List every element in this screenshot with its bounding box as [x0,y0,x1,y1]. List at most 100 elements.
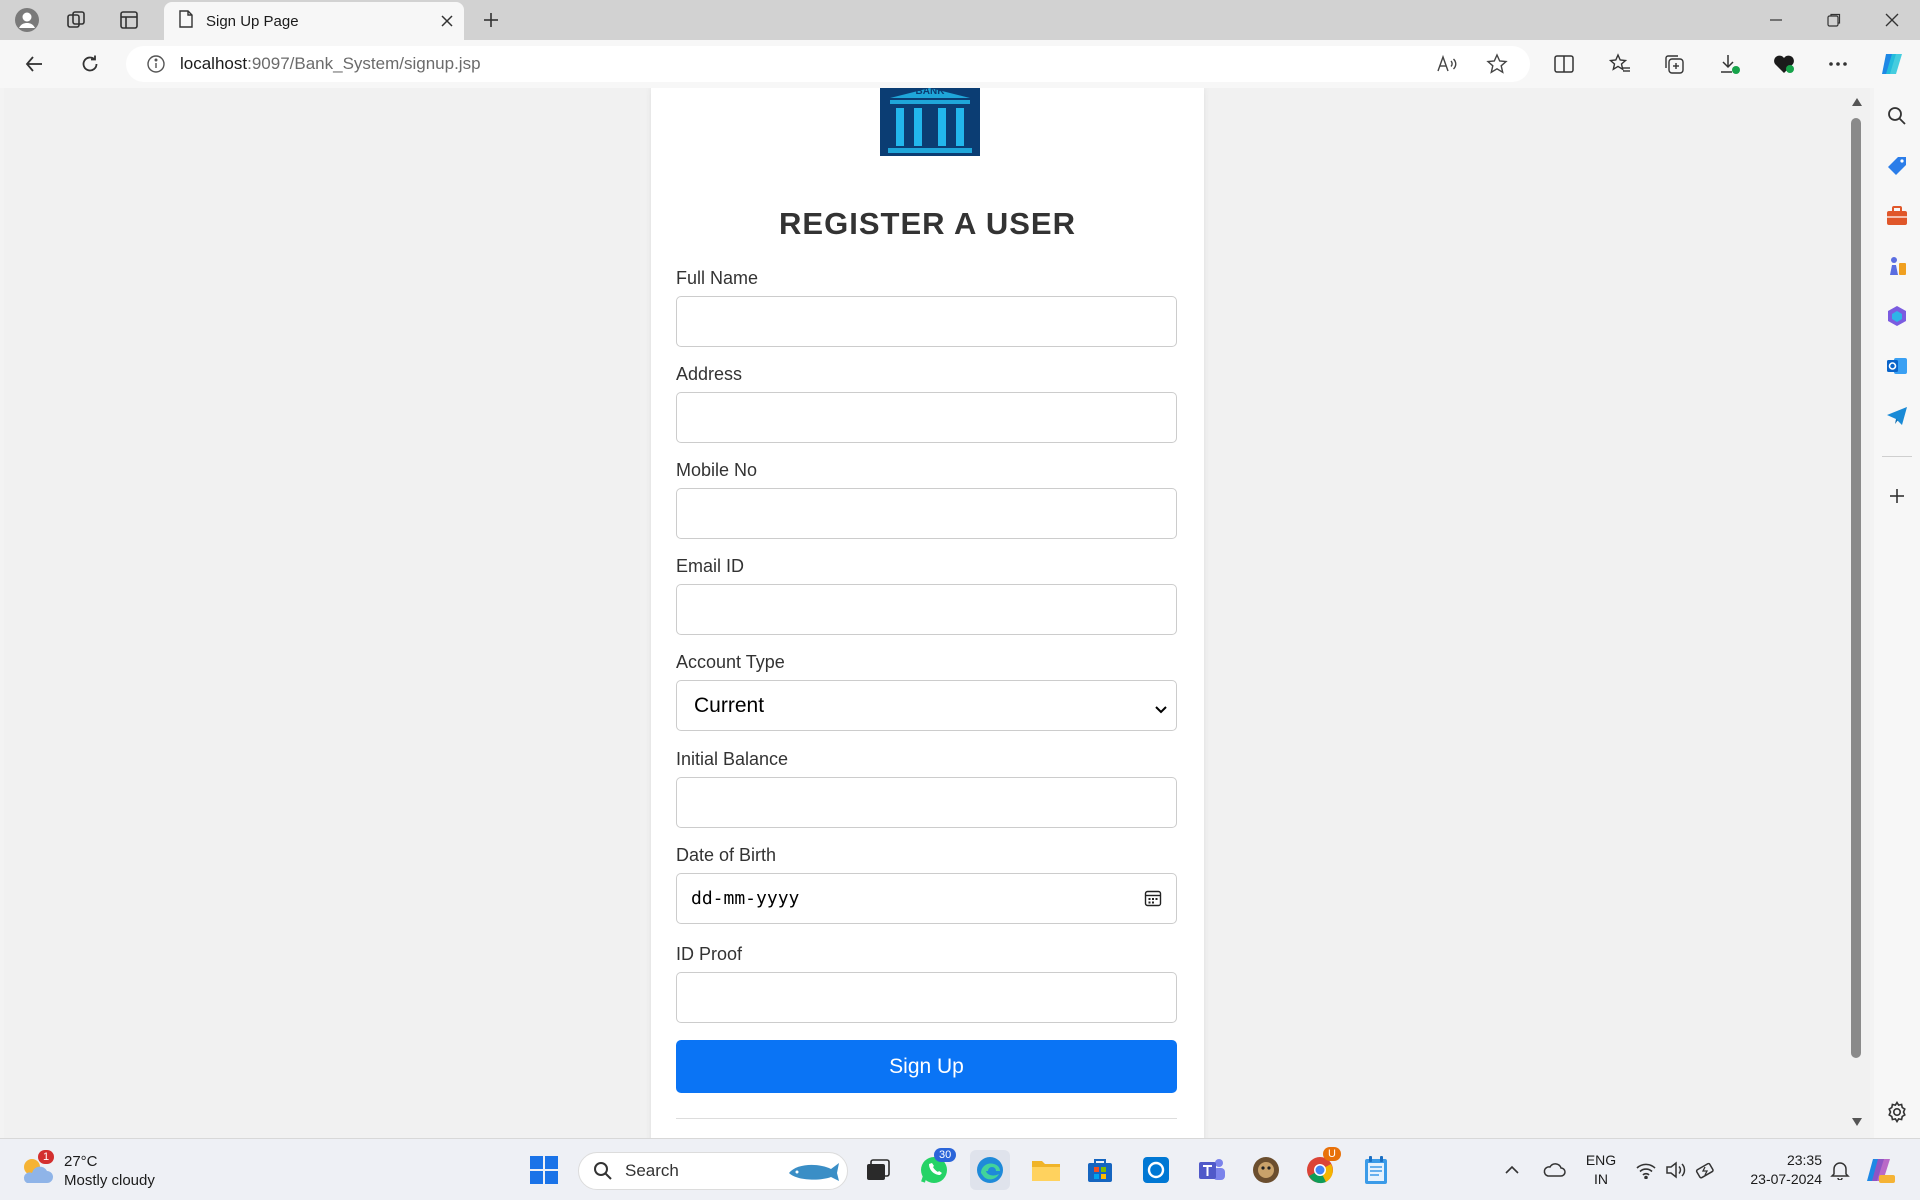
email-label: Email ID [676,556,745,576]
id-proof-input[interactable] [676,972,1177,1023]
file-explorer-icon[interactable] [1026,1150,1066,1190]
email-input[interactable] [676,584,1177,635]
more-options-icon[interactable] [1818,46,1858,82]
minimize-button[interactable] [1748,0,1804,40]
copilot-preview-icon[interactable] [1860,1150,1900,1190]
teams-icon[interactable] [1192,1150,1232,1190]
full-name-input[interactable] [676,296,1177,347]
mobile-label: Mobile No [676,460,758,480]
sign-up-button[interactable]: Sign Up [676,1040,1177,1093]
edge-browser-icon[interactable] [970,1150,1010,1190]
url-path: :9097/Bank_System/signup.jsp [247,54,481,73]
clock-time: 23:35 [1786,1152,1822,1168]
collections-icon[interactable] [1654,46,1694,82]
workspaces-icon[interactable] [54,0,100,40]
add-icon[interactable] [1883,482,1911,510]
weather-widget[interactable]: 27°C Mostly cloudy [64,1152,155,1190]
games-icon[interactable] [1883,252,1911,280]
language-code: ENG [1585,1152,1617,1168]
initial-balance-label: Initial Balance [676,749,789,769]
weather-desc: Mostly cloudy [64,1172,155,1189]
whatsapp-badge: 30 [934,1148,957,1162]
notepad-icon[interactable] [1356,1150,1396,1190]
task-view-icon[interactable] [858,1150,898,1190]
extension-heart-icon[interactable] [1764,46,1804,82]
profile-icon[interactable] [4,0,50,40]
signup-form-card: BANK REGISTER A USER Full Name Address M… [651,88,1204,1138]
show-hidden-icons-chevron-icon[interactable] [1494,1150,1530,1190]
scrollbar-thumb[interactable] [1851,118,1861,1058]
shopping-tag-icon[interactable] [1883,152,1911,180]
language-region: IN [1594,1171,1608,1187]
copilot-icon[interactable] [1872,46,1912,82]
restore-button[interactable] [1806,0,1862,40]
game-app-icon[interactable] [1246,1150,1286,1190]
site-info-icon[interactable] [146,54,166,74]
weather-temp: 27°C [64,1153,98,1170]
read-aloud-icon[interactable] [1436,54,1458,79]
dob-input[interactable]: dd-mm-yyyy [676,873,1177,924]
volume-icon[interactable] [1660,1150,1692,1190]
close-tab-icon[interactable] [430,6,464,36]
address-bar[interactable]: localhost:9097/Bank_System/signup.jsp [126,46,1530,82]
account-type-select[interactable]: Current [676,680,1177,731]
sidebar-divider [1882,456,1912,457]
clock-date: 23-07-2024 [1750,1171,1822,1187]
cortana-app-icon[interactable] [1136,1150,1176,1190]
page-viewport: BANK REGISTER A USER Full Name Address M… [4,88,1848,1138]
dob-label: Date of Birth [676,845,777,865]
send-telegram-icon[interactable] [1883,402,1911,430]
clock[interactable]: 23:35 23-07-2024 [1732,1151,1822,1189]
split-screen-icon[interactable] [1544,46,1584,82]
battery-icon[interactable] [1690,1150,1722,1190]
microsoft-365-icon[interactable] [1883,302,1911,330]
close-window-button[interactable] [1864,0,1920,40]
id-proof-label: ID Proof [676,944,743,964]
initial-balance-input[interactable] [676,777,1177,828]
vertical-tabs-icon[interactable] [106,0,152,40]
scroll-down-arrow-icon[interactable] [1848,1114,1866,1130]
back-button[interactable] [14,46,54,82]
form-divider [676,1118,1177,1119]
chevron-down-icon [1154,698,1168,722]
page-title: REGISTER A USER [779,206,1076,241]
downloads-icon[interactable] [1710,46,1750,82]
url-host: localhost [180,54,248,73]
edge-sidebar [1874,88,1920,1138]
weather-alert-badge: 1 [38,1150,55,1164]
mobile-input[interactable] [676,488,1177,539]
search-icon[interactable] [1883,102,1911,130]
address-label: Address [676,364,743,384]
browser-title-bar: Sign Up Page [0,0,1920,40]
new-tab-button[interactable] [474,4,508,36]
settings-gear-icon[interactable] [1883,1098,1911,1126]
favorite-star-icon[interactable] [1486,53,1508,80]
account-type-value: Current [694,693,765,717]
url-text[interactable]: localhost:9097/Bank_System/signup.jsp [180,54,481,74]
logo-text: BANK [915,88,945,97]
tab-title: Sign Up Page [206,12,299,30]
dob-placeholder: dd-mm-yyyy [691,888,800,909]
chrome-profile-badge: U [1323,1147,1341,1161]
windows-taskbar: 1 27°C Mostly cloudy Search 30 U ENG IN … [0,1138,1920,1200]
taskbar-search-box[interactable]: Search [578,1152,848,1190]
tab-sign-up-page[interactable]: Sign Up Page [164,2,464,40]
wifi-icon[interactable] [1630,1150,1662,1190]
notification-bell-icon[interactable] [1824,1150,1856,1190]
tools-briefcase-icon[interactable] [1883,202,1911,230]
onedrive-cloud-icon[interactable] [1536,1150,1572,1190]
address-input[interactable] [676,392,1177,443]
outlook-icon[interactable] [1883,352,1911,380]
favorites-icon[interactable] [1600,46,1640,82]
calendar-icon[interactable] [1144,889,1162,912]
page-icon [178,9,194,33]
search-label: Search [625,1161,679,1180]
microsoft-store-icon[interactable] [1080,1150,1120,1190]
search-highlight-whale-icon [787,1159,841,1190]
language-indicator[interactable]: ENG IN [1580,1151,1622,1189]
refresh-button[interactable] [70,46,110,82]
full-name-label: Full Name [676,268,759,288]
scroll-up-arrow-icon[interactable] [1848,94,1866,110]
browser-toolbar: localhost:9097/Bank_System/signup.jsp [0,40,1920,88]
windows-start-icon[interactable] [524,1150,564,1190]
